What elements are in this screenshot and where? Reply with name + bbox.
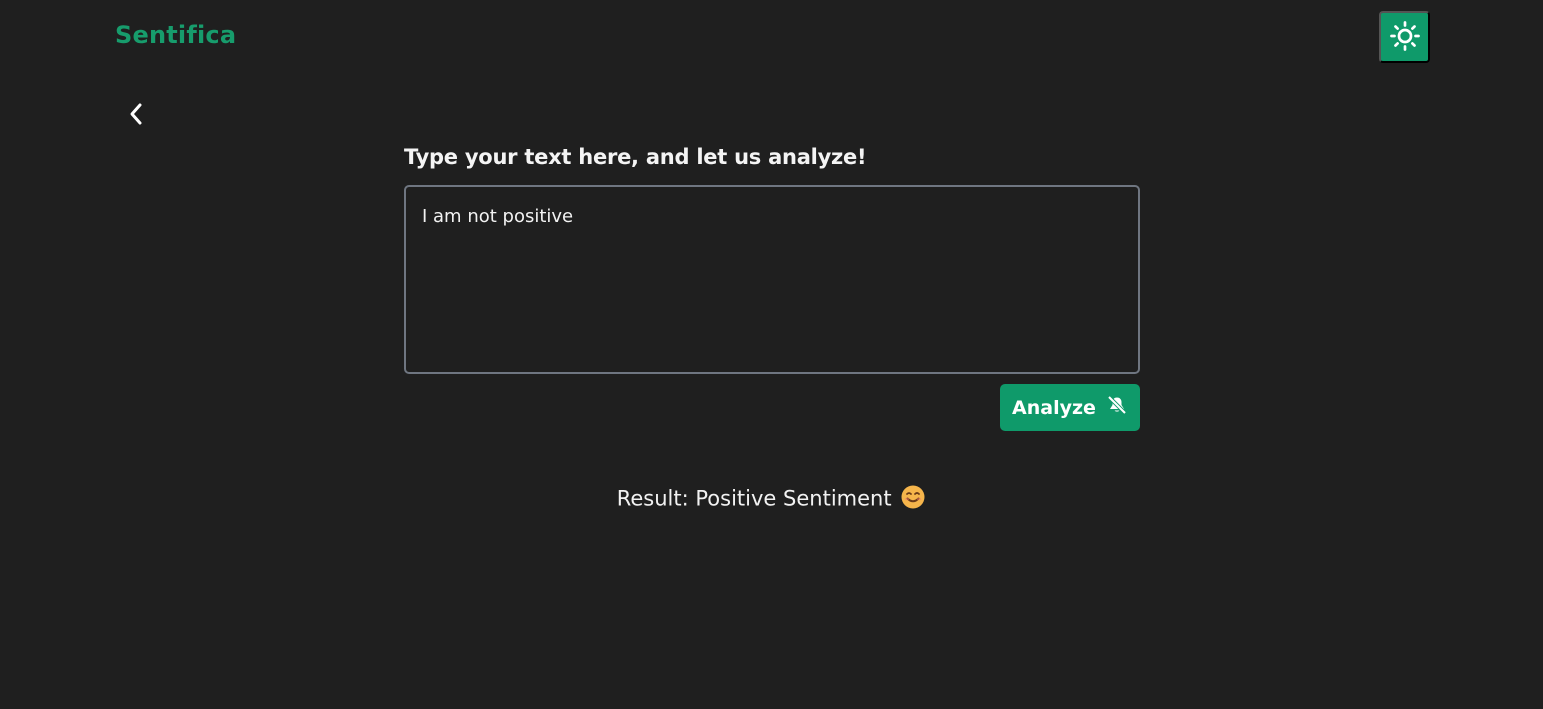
text-input[interactable]: I am not positive — [404, 185, 1140, 374]
chevron-left-icon — [127, 102, 145, 130]
bell-off-icon — [1106, 394, 1128, 421]
result-sentiment: Positive Sentiment — [695, 486, 892, 511]
analyze-button[interactable]: Analyze — [1000, 384, 1140, 431]
analyzer-panel: Type your text here, and let us analyze!… — [404, 142, 1140, 431]
smiling-face-icon — [900, 484, 926, 515]
brand-logo[interactable]: Sentifica — [115, 21, 236, 49]
result-line: Result: Positive Sentiment — [0, 484, 1543, 515]
result-prefix: Result: — [616, 486, 689, 511]
back-button[interactable] — [124, 103, 148, 129]
button-row: Analyze — [404, 384, 1140, 431]
theme-toggle-button[interactable] — [1379, 11, 1430, 63]
prompt-label: Type your text here, and let us analyze! — [404, 145, 867, 169]
analyze-button-label: Analyze — [1012, 396, 1096, 419]
sun-icon — [1389, 20, 1421, 55]
